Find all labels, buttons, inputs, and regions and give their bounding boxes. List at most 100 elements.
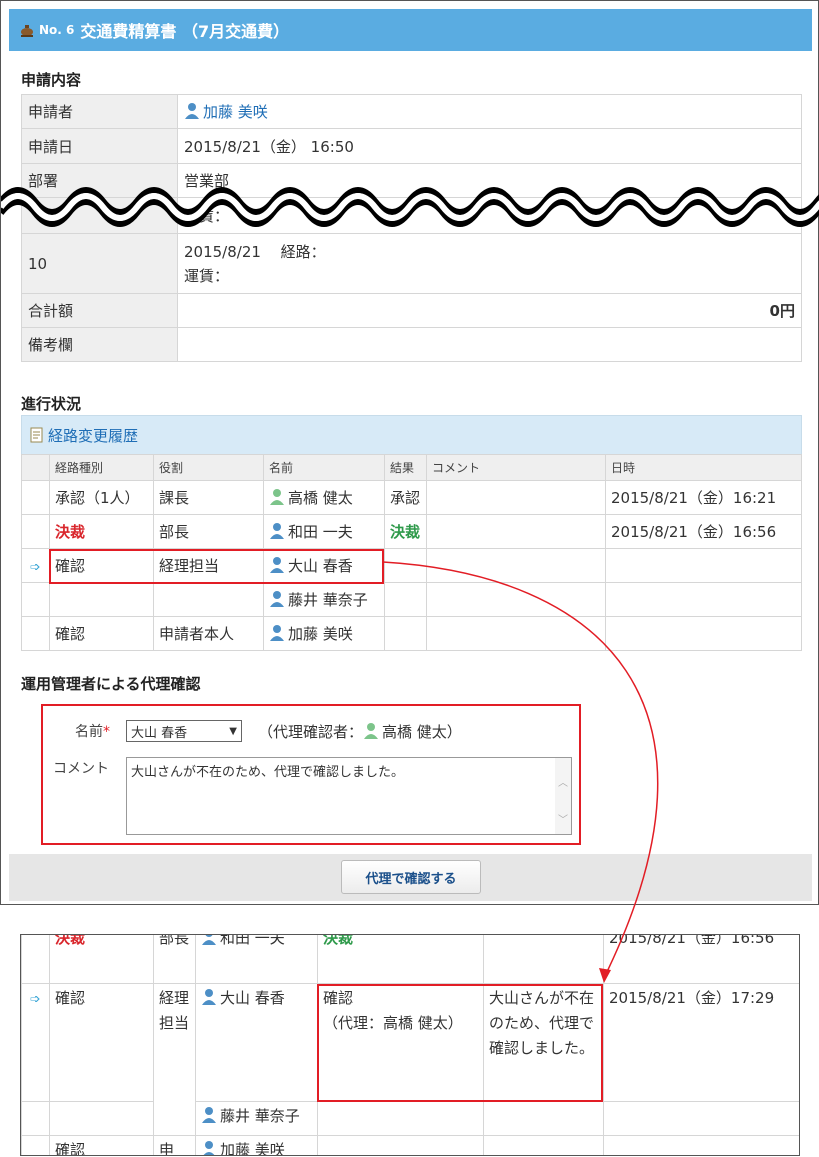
page-title: 交通費精算書 （7月交通費）	[80, 22, 290, 41]
route-type: 確認	[49, 616, 154, 651]
table-row: 確認 申 加藤 美咲	[21, 1135, 799, 1155]
proxy-note: （代理確認者： 高橋 健太）	[258, 723, 462, 741]
scrollbar[interactable]: ︿ ﹀	[555, 758, 571, 834]
user-icon	[270, 625, 284, 641]
date	[605, 616, 802, 651]
result	[384, 582, 427, 617]
comment	[426, 616, 606, 651]
name-label: 名前	[75, 724, 103, 740]
user-icon	[185, 103, 199, 119]
current-step-arrow-icon: ➩	[30, 992, 41, 1007]
row-number-label: 10	[21, 233, 178, 294]
final-approval-stamp: 決裁	[55, 934, 86, 947]
col-comment: コメント	[426, 454, 606, 481]
proxy-confirm-button[interactable]: 代理で確認する	[341, 860, 481, 894]
approver-name[interactable]: 和田 一夫	[220, 935, 285, 947]
date	[605, 548, 802, 583]
chevron-down-icon: ▼	[229, 725, 237, 737]
remarks-value	[177, 327, 802, 362]
comment	[426, 480, 606, 515]
approver-name[interactable]: 加藤 美咲	[220, 1141, 285, 1155]
comment	[426, 582, 606, 617]
approval-panel: No. 6 交通費精算書 （7月交通費） 申請内容 申請者 加藤 美咲 申請日 …	[0, 0, 819, 905]
date	[605, 582, 802, 617]
table-row: 藤井 華奈子	[21, 582, 802, 617]
applicant-label: 申請者	[21, 94, 178, 129]
total-amount: 0	[769, 302, 780, 320]
col-role: 役割	[153, 454, 264, 481]
table-row: 確認 申請者本人 加藤 美咲	[21, 616, 802, 651]
user-icon	[270, 489, 284, 505]
application-heading: 申請内容	[21, 71, 82, 89]
comment-textarea[interactable]: 大山さんが不在のため、代理で確認しました。 ︿ ﹀	[126, 757, 572, 835]
route-history-link[interactable]: 経路変更履歴	[48, 425, 138, 446]
comment-text: 大山さんが不在のため、代理で確認しました。	[131, 765, 405, 780]
table-row: 承認（1人） 課長 高橋 健太 承認 2015/8/21（金）16:21	[21, 480, 802, 515]
total-label: 合計額	[21, 293, 178, 328]
approver-name[interactable]: 和田 一夫	[288, 523, 353, 541]
user-icon	[202, 989, 216, 1005]
final-approval-stamp: 決裁	[55, 523, 86, 541]
approver-name[interactable]: 藤井 華奈子	[220, 1107, 300, 1125]
proxy-heading: 運用管理者による代理確認	[21, 675, 201, 693]
highlight-current-step	[49, 549, 384, 584]
comment	[426, 514, 606, 549]
omission-wave	[1, 187, 819, 227]
request-number: No. 6	[39, 23, 75, 37]
result: 決裁	[390, 523, 421, 541]
user-icon	[270, 523, 284, 539]
user-icon	[203, 1141, 215, 1155]
col-result: 結果	[384, 454, 427, 481]
tea-pot-icon	[21, 25, 33, 37]
date: 2015/8/21（金）17:29	[603, 983, 799, 1102]
col-date: 日時	[605, 454, 802, 481]
name-select[interactable]: 大山 春香 ▼	[126, 720, 242, 742]
apply-date-value: 2015/8/21（金） 16:50	[177, 128, 802, 164]
result-preview: 決裁 部長 和田 一夫 決裁 2015/8/21（金）16:56 ➩ 確認 経理…	[20, 934, 800, 1156]
table-row: 決裁 部長 和田 一夫 決裁 2015/8/21（金）16:56	[21, 934, 799, 984]
role: 申	[153, 1135, 196, 1155]
approver-name[interactable]: 大山 春香	[220, 989, 285, 1007]
role	[153, 582, 264, 617]
date: 2015/8/21（金）16:56	[603, 935, 799, 984]
applicant-link[interactable]: 加藤 美咲	[203, 103, 268, 121]
proxy-user-name: 高橋 健太	[382, 723, 447, 741]
document-icon	[30, 427, 43, 443]
route-type: 確認	[49, 983, 154, 1102]
progress-heading: 進行状況	[21, 395, 82, 413]
required-mark: *	[103, 724, 110, 740]
route-fare-value: 運賃：	[184, 266, 230, 285]
approver-name[interactable]: 高橋 健太	[288, 489, 353, 507]
role: 部長	[153, 514, 264, 549]
date: 2015/8/21（金）16:21	[605, 480, 802, 515]
result: 決裁	[323, 934, 354, 947]
current-step-arrow-icon: ➩	[30, 559, 41, 575]
highlight-result	[317, 984, 603, 1102]
role: 部長	[153, 935, 196, 984]
apply-date-label: 申請日	[21, 128, 178, 164]
user-icon	[364, 723, 379, 739]
col-name: 名前	[263, 454, 385, 481]
table-row: 藤井 華奈子	[21, 1101, 799, 1136]
user-icon	[202, 935, 216, 945]
user-icon	[202, 1107, 216, 1123]
remarks-label: 備考欄	[21, 327, 178, 362]
title-bar: No. 6 交通費精算書 （7月交通費）	[9, 9, 812, 51]
result: 承認	[384, 480, 427, 515]
proxy-confirm-form: 名前* 大山 春香 ▼ （代理確認者： 高橋 健太） コメント 大山さんが不在のた…	[41, 704, 581, 845]
total-unit: 円	[779, 302, 795, 320]
role: 課長	[153, 480, 264, 515]
role: 経理担当	[153, 983, 196, 1136]
comment-label: コメント	[53, 761, 109, 777]
table-row: 決裁 部長 和田 一夫 決裁 2015/8/21（金）16:56	[21, 514, 802, 549]
route-type	[49, 582, 154, 617]
route-type: 確認	[49, 1135, 154, 1155]
approver-name[interactable]: 藤井 華奈子	[288, 591, 368, 609]
approver-name[interactable]: 加藤 美咲	[288, 625, 353, 643]
result	[384, 616, 427, 651]
user-icon	[270, 591, 284, 607]
form-footer: 代理で確認する	[9, 854, 812, 901]
result	[384, 548, 427, 583]
col-route-type: 経路種別	[49, 454, 154, 481]
date: 2015/8/21（金）16:56	[605, 514, 802, 549]
